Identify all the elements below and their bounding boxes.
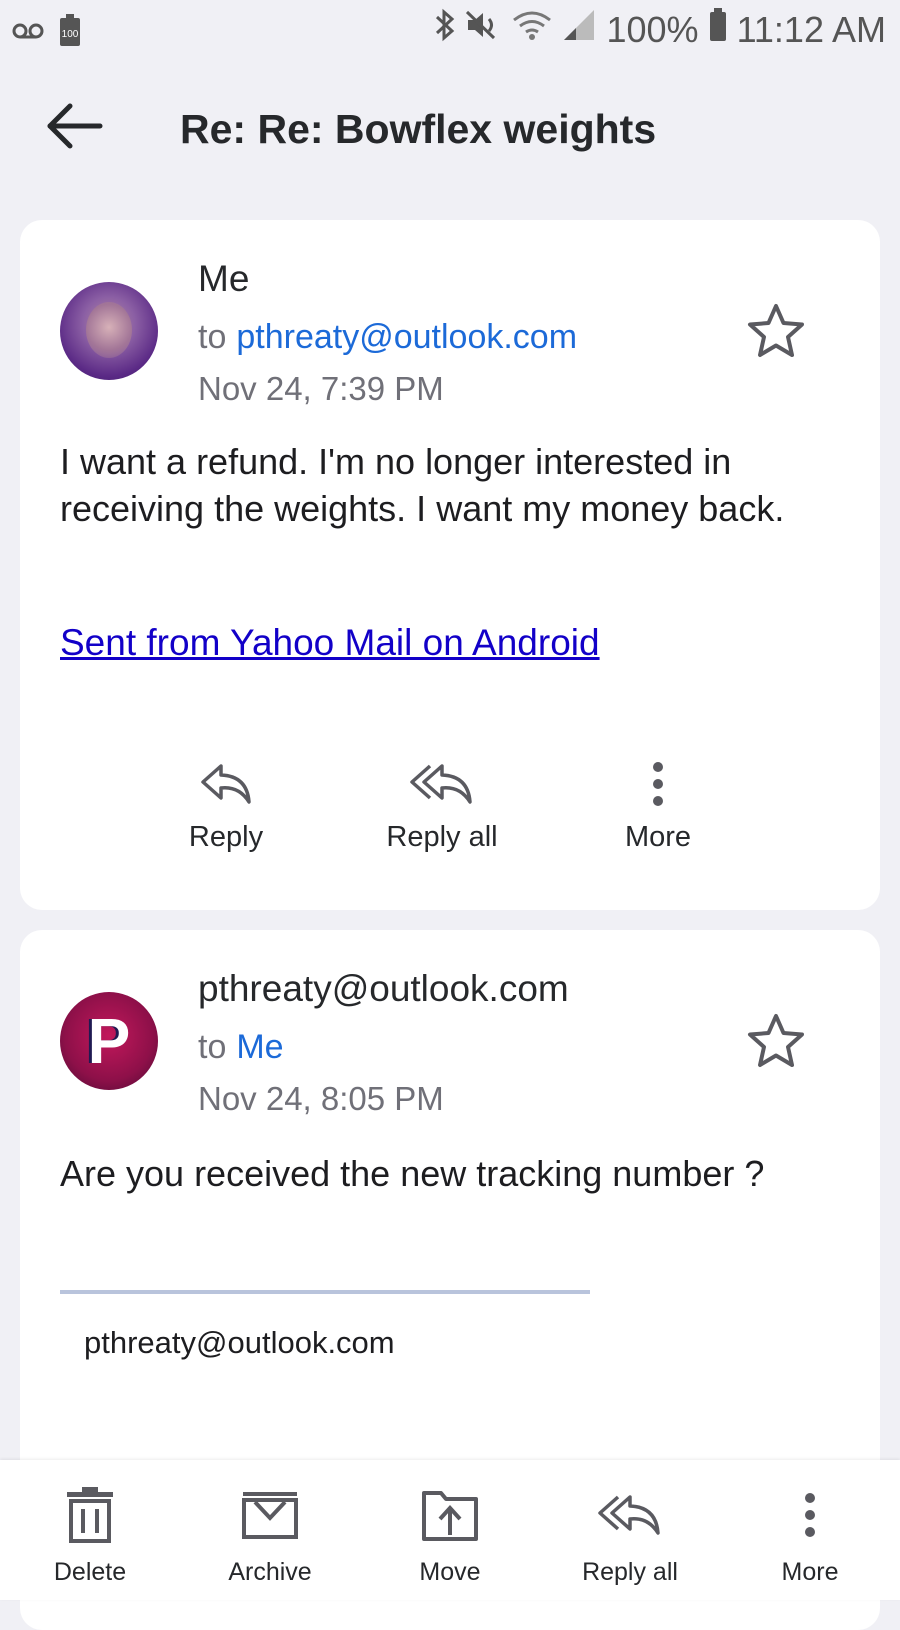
- trash-icon: [67, 1487, 113, 1543]
- more-toolbar-button[interactable]: More: [730, 1484, 890, 1587]
- more-vertical-icon: [653, 762, 663, 806]
- avatar[interactable]: P: [60, 992, 158, 1090]
- reply-all-toolbar-label: Reply all: [582, 1558, 678, 1586]
- message-actions: Reply Reply all More: [20, 755, 880, 865]
- recipient-link[interactable]: pthreaty@outlook.com: [236, 318, 577, 356]
- quote-divider: [60, 1290, 590, 1294]
- reply-all-icon: [410, 764, 472, 804]
- wifi-icon: [512, 8, 552, 51]
- star-button[interactable]: [746, 1012, 806, 1072]
- voicemail-icon: [12, 22, 44, 45]
- bluetooth-icon: [434, 8, 456, 51]
- message-card[interactable]: Me to pthreaty@outlook.com Nov 24, 7:39 P…: [20, 220, 880, 910]
- status-right: 100% 11:12 AM: [434, 8, 886, 51]
- reply-all-icon: [598, 1495, 660, 1535]
- archive-icon: [242, 1492, 298, 1539]
- message-date: Nov 24, 7:39 PM: [198, 370, 444, 407]
- avatar-photo: [86, 302, 132, 358]
- message-date: Nov 24, 8:05 PM: [198, 1080, 444, 1117]
- move-button[interactable]: Move: [370, 1484, 530, 1587]
- message-header: Re: Re: Bowflex weights: [0, 80, 900, 180]
- reply-label: Reply: [188, 821, 264, 853]
- star-button[interactable]: [746, 302, 806, 362]
- reply-all-label: Reply all: [386, 821, 498, 853]
- signature-link[interactable]: Sent from Yahoo Mail on Android: [60, 622, 600, 664]
- delete-button[interactable]: Delete: [10, 1484, 170, 1587]
- more-label: More: [624, 821, 692, 853]
- move-folder-icon: [422, 1491, 478, 1541]
- clock: 11:12 AM: [736, 8, 886, 50]
- archive-label: Archive: [228, 1558, 312, 1586]
- signal-icon: [562, 8, 596, 51]
- star-icon: [748, 1014, 804, 1067]
- move-label: Move: [419, 1558, 481, 1586]
- subject-title: Re: Re: Bowflex weights: [180, 106, 657, 152]
- avatar-letter: P: [87, 1005, 131, 1077]
- status-bar: 100 100% 11:12 AM: [0, 0, 900, 64]
- bottom-toolbar: Delete Archive Move Reply all More: [0, 1460, 900, 1600]
- reply-all-toolbar-button[interactable]: Reply all: [550, 1484, 710, 1587]
- delete-label: Delete: [53, 1558, 127, 1586]
- recipient-line: to Me: [198, 1028, 284, 1067]
- more-button[interactable]: More: [578, 755, 738, 854]
- quoted-address: pthreaty@outlook.com: [84, 1325, 395, 1360]
- to-label: to: [198, 318, 227, 356]
- battery-icon: [709, 8, 727, 51]
- battery-saver-icon: 100: [58, 14, 82, 53]
- status-left: 100: [12, 14, 82, 53]
- recipient-line: to pthreaty@outlook.com: [198, 318, 577, 357]
- back-button[interactable]: [46, 102, 110, 158]
- svg-text:100: 100: [62, 29, 79, 40]
- message-body: I want a refund. I'm no longer intereste…: [60, 441, 785, 529]
- reply-all-button[interactable]: Reply all: [362, 755, 522, 854]
- star-icon: [748, 304, 804, 357]
- avatar[interactable]: [60, 282, 158, 380]
- more-toolbar-label: More: [781, 1558, 839, 1586]
- more-vertical-icon: [805, 1493, 815, 1537]
- back-arrow-icon: [47, 103, 103, 149]
- sender-name: Me: [198, 258, 250, 299]
- archive-button[interactable]: Archive: [190, 1484, 350, 1587]
- battery-percent: 100%: [606, 8, 699, 50]
- message-body: Are you received the new tracking number…: [60, 1153, 765, 1194]
- reply-icon: [201, 764, 251, 804]
- muted-icon: [466, 8, 502, 51]
- recipient-link[interactable]: Me: [236, 1028, 283, 1066]
- sender-name: pthreaty@outlook.com: [198, 968, 569, 1009]
- reply-button[interactable]: Reply: [146, 755, 306, 854]
- to-label: to: [198, 1028, 227, 1066]
